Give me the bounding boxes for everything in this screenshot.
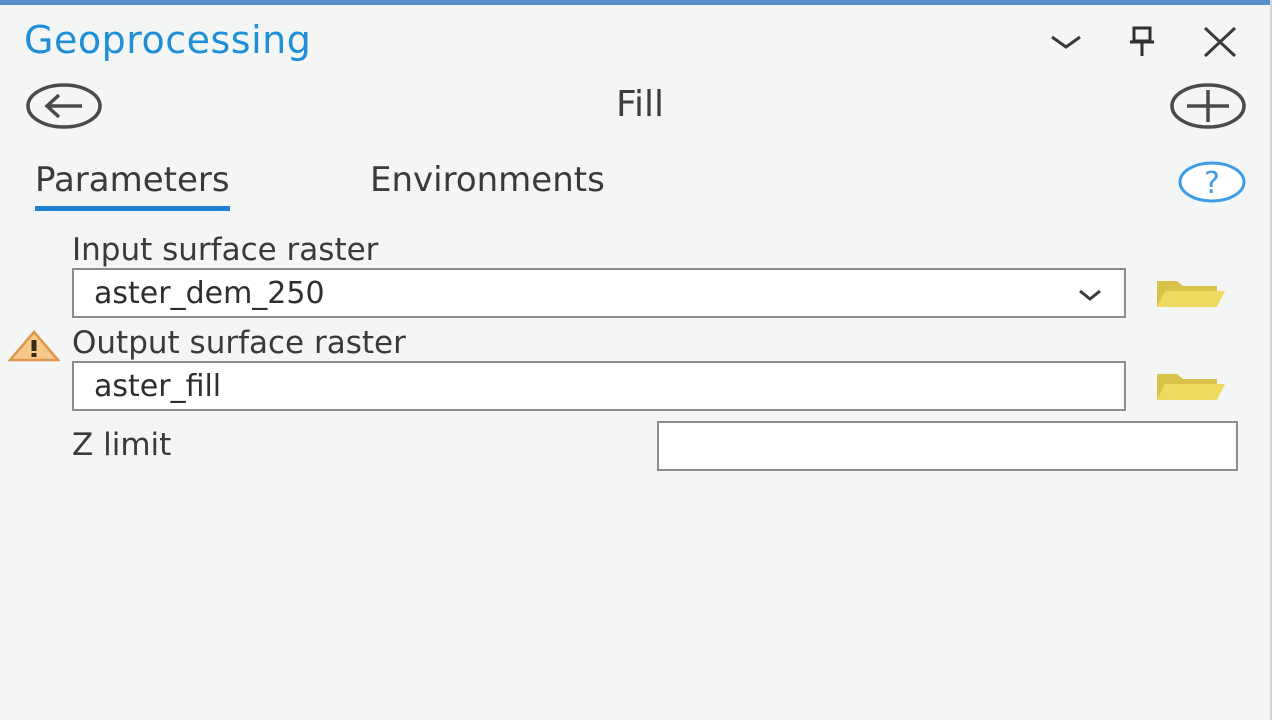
z-limit-label: Z limit bbox=[72, 427, 172, 463]
output-surface-raster-field[interactable]: aster_fill bbox=[72, 361, 1126, 411]
svg-text:?: ? bbox=[1204, 166, 1220, 201]
warning-icon bbox=[7, 330, 61, 362]
input-surface-raster-label: Input surface raster bbox=[72, 232, 379, 268]
input-surface-raster-dropdown[interactable]: aster_dem_250 bbox=[72, 268, 1126, 318]
close-icon[interactable] bbox=[1200, 22, 1240, 62]
folder-icon bbox=[1157, 374, 1225, 400]
z-limit-field[interactable] bbox=[657, 421, 1238, 471]
output-surface-raster-label: Output surface raster bbox=[72, 325, 406, 361]
browse-input-button[interactable] bbox=[1155, 277, 1227, 311]
window-top-border bbox=[0, 0, 1280, 5]
tab-environments[interactable]: Environments bbox=[370, 160, 605, 206]
input-surface-raster-value: aster_dem_250 bbox=[94, 275, 325, 311]
folder-icon bbox=[1157, 281, 1225, 307]
browse-output-button[interactable] bbox=[1155, 370, 1227, 404]
tab-parameters[interactable]: Parameters bbox=[35, 160, 230, 211]
options-chevron-icon[interactable] bbox=[1046, 22, 1086, 62]
pin-icon[interactable] bbox=[1122, 22, 1162, 62]
output-surface-raster-value: aster_fill bbox=[94, 368, 222, 404]
tool-name: Fill bbox=[615, 84, 665, 125]
add-button[interactable] bbox=[1169, 82, 1246, 130]
help-button[interactable]: ? bbox=[1177, 160, 1247, 204]
chevron-down-icon bbox=[1079, 289, 1101, 301]
help-icon: ? bbox=[1178, 161, 1246, 203]
plus-circle-icon bbox=[1170, 83, 1246, 129]
pane-title: Geoprocessing bbox=[24, 18, 312, 62]
